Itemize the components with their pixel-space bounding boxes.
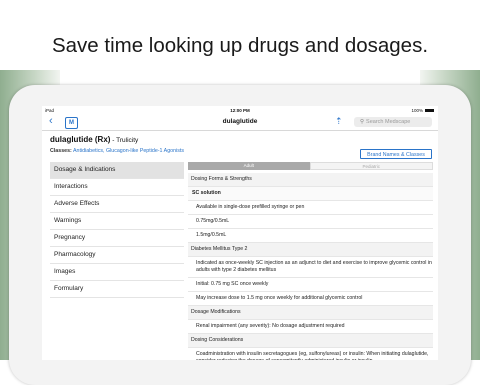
brand-names-button[interactable]: Brand Names & Classes — [360, 149, 432, 159]
drug-brand: Trulicity — [116, 137, 139, 144]
sidebar-item-pregnancy[interactable]: Pregnancy — [50, 230, 184, 247]
dosage-content: Adult Pediatric Dosing Forms & Strengths… — [188, 162, 433, 360]
strength-item: 0.75mg/0.5mL — [188, 215, 433, 229]
tab-pediatric[interactable]: Pediatric — [309, 162, 433, 170]
sidebar-item-images[interactable]: Images — [50, 264, 184, 281]
sidebar-item-interactions[interactable]: Interactions — [50, 179, 184, 196]
promo-headline: Save time looking up drugs and dosages. — [51, 34, 429, 57]
sidebar-item-pharmacology[interactable]: Pharmacology — [50, 247, 184, 264]
status-bar: iPad 12:00 PM 100% — [42, 106, 438, 114]
section-header-considerations: Dosing Considerations — [188, 334, 433, 348]
battery-label: 100% — [411, 107, 423, 113]
search-input[interactable]: ⚲ Search Medscape — [354, 117, 432, 127]
indication-text: Indicated as once-weekly SC injection as… — [188, 257, 433, 278]
classes-link[interactable]: Antidiabetics, Glucagon-like Peptide-1 A… — [73, 148, 184, 154]
section-header-dosing-forms: Dosing Forms & Strengths — [188, 173, 433, 187]
sidebar-item-adverse-effects[interactable]: Adverse Effects — [50, 196, 184, 213]
sidebar-item-formulary[interactable]: Formulary — [50, 281, 184, 298]
drug-classes: Classes: Antidiabetics, Glucagon-like Pe… — [50, 148, 184, 154]
battery-status: 100% — [411, 108, 434, 113]
initial-dose: Initial: 0.75 mg SC once weekly — [188, 278, 433, 292]
drug-name: dulaglutide (Rx) — [50, 135, 111, 144]
strength-item: 1.5mg/0.5mL — [188, 229, 433, 243]
app-screen: iPad 12:00 PM 100% ‹ M dulaglutide ⇡ ⚲ Se… — [42, 106, 438, 360]
classes-label: Classes: — [50, 148, 72, 154]
subheader-sc-solution: SC solution — [188, 187, 433, 201]
sidebar-item-dosage[interactable]: Dosage & Indications — [50, 162, 184, 179]
drug-header: dulaglutide (Rx) - Trulicity Classes: An… — [42, 131, 438, 162]
search-placeholder: Search Medscape — [366, 119, 411, 125]
section-header-modifications: Dosage Modifications — [188, 306, 433, 320]
renal-impairment: Renal impairment (any severity): No dosa… — [188, 320, 433, 334]
search-icon: ⚲ — [360, 119, 365, 125]
age-segmented-control: Adult Pediatric — [188, 162, 433, 170]
share-icon[interactable]: ⇡ — [335, 116, 343, 127]
sidebar-item-warnings[interactable]: Warnings — [50, 213, 184, 230]
status-time: 12:00 PM — [230, 107, 250, 113]
form-availability: Available in single-dose prefilled syrin… — [188, 201, 433, 215]
drug-title: dulaglutide (Rx) - Trulicity — [50, 135, 138, 144]
nav-bar: ‹ M dulaglutide ⇡ ⚲ Search Medscape — [42, 114, 438, 131]
battery-icon — [425, 108, 434, 113]
coadministration-note: Coadministration with insulin secretagog… — [188, 348, 433, 360]
dose-increase: May increase dose to 1.5 mg once weekly … — [188, 292, 433, 306]
section-sidebar: Dosage & Indications Interactions Advers… — [50, 162, 184, 298]
tab-adult[interactable]: Adult — [188, 162, 310, 170]
section-header-diabetes: Diabetes Mellitus Type 2 — [188, 243, 433, 257]
